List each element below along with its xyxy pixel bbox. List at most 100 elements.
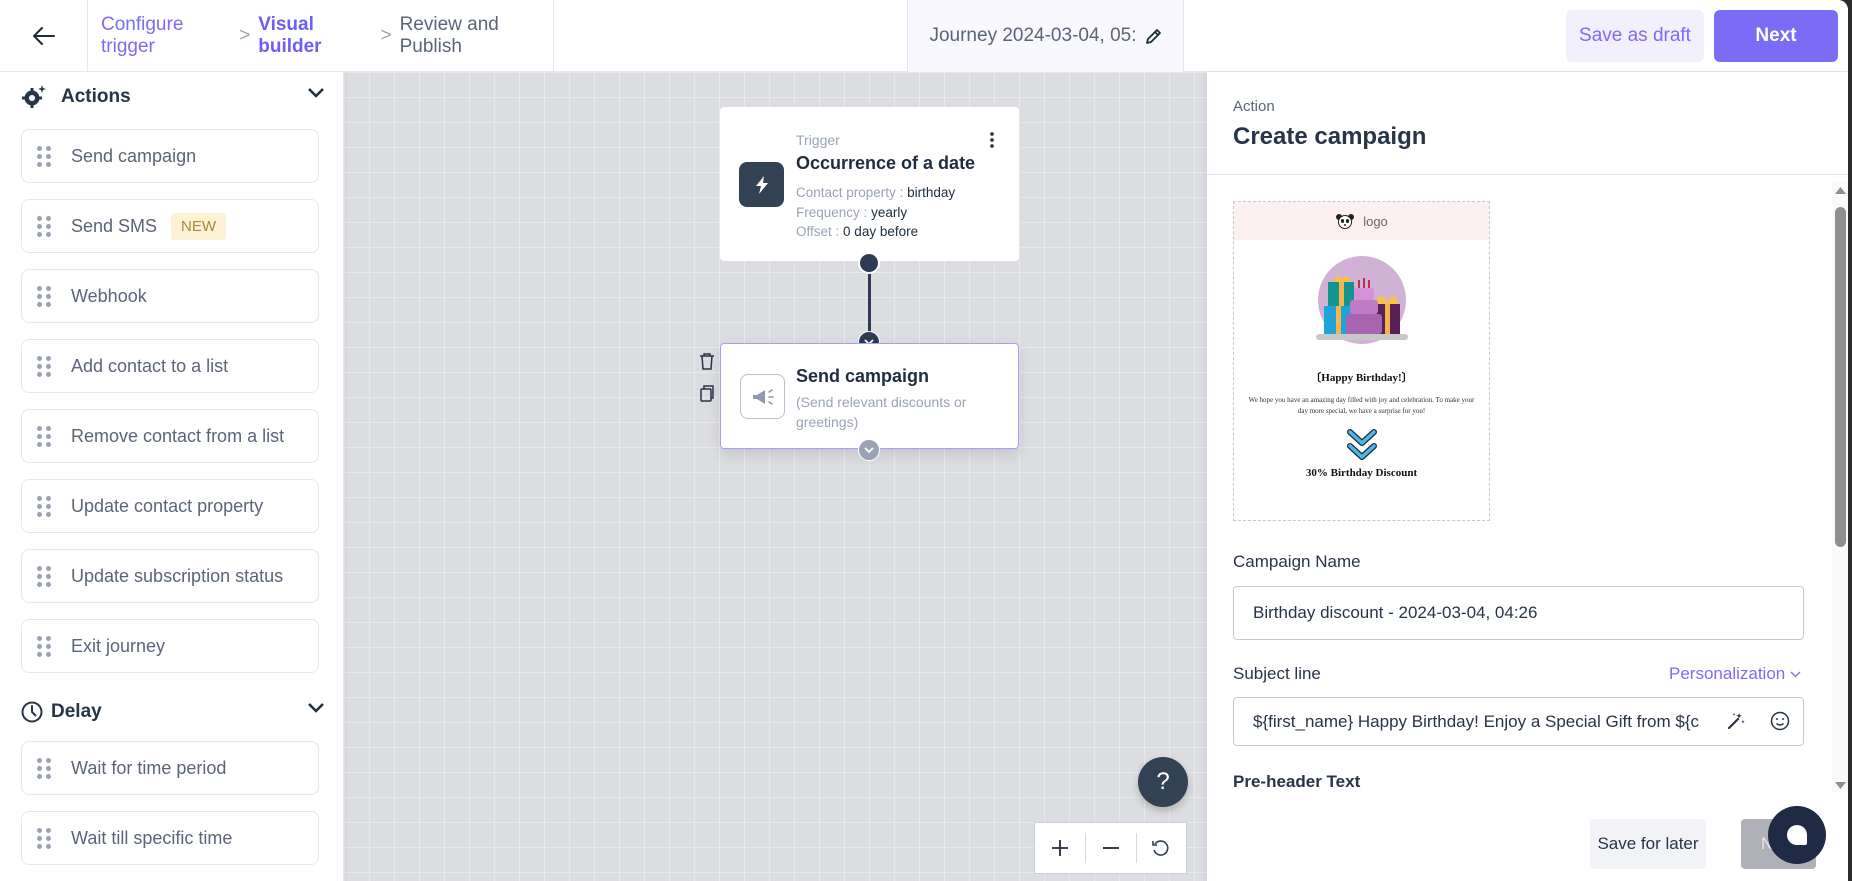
panel-scrollbar[interactable]	[1832, 182, 1848, 792]
action-label: Send SMS	[71, 215, 158, 236]
trigger-prop: Offset : 0 day before	[796, 224, 919, 239]
chevron-down-icon[interactable]	[307, 87, 325, 99]
components-sidebar: Actions Send campaign Send SMS NEW Webho…	[0, 72, 344, 881]
emoji-icon[interactable]	[1767, 708, 1793, 734]
zoom-in-button[interactable]	[1035, 833, 1085, 863]
breadcrumb-configure-trigger[interactable]: Configure trigger	[101, 14, 231, 58]
preview-logo-text: logo	[1363, 213, 1388, 229]
trigger-node[interactable]: Trigger Occurrence of a date Contact pro…	[720, 107, 1019, 261]
personalization-dropdown[interactable]: Personalization	[1669, 664, 1801, 684]
drag-handle-icon[interactable]	[37, 635, 51, 657]
chevron-down-icon[interactable]	[307, 702, 325, 714]
action-label: Send campaign	[71, 145, 197, 166]
subject-line-input[interactable]	[1233, 697, 1804, 746]
preview-body: We hope you have an amazing day filled w…	[1248, 396, 1475, 415]
zoom-controls	[1034, 822, 1187, 874]
top-header: Configure trigger > Visual builder > Rev…	[0, 0, 1848, 72]
drag-handle-icon[interactable]	[37, 757, 51, 779]
campaign-node-title: Send campaign	[796, 366, 930, 386]
drag-handle-icon[interactable]	[37, 495, 51, 517]
magic-wand-icon[interactable]	[1723, 708, 1749, 734]
chat-icon	[1787, 825, 1807, 845]
action-remove-contact-from-list[interactable]: Remove contact from a list	[21, 409, 319, 463]
trigger-kicker: Trigger	[796, 132, 840, 148]
panda-logo-icon	[1336, 214, 1355, 229]
drag-handle-icon[interactable]	[37, 215, 51, 237]
next-button[interactable]: Next	[1714, 10, 1838, 62]
plus-icon	[1052, 840, 1069, 856]
action-label: Exit journey	[71, 635, 166, 656]
delay-wait-till-specific-time[interactable]: Wait till specific time	[21, 811, 319, 865]
journey-canvas[interactable]: Trigger Occurrence of a date Contact pro…	[344, 72, 1207, 881]
action-settings-panel: Action Create campaign logo 〔Happy Birth…	[1207, 72, 1848, 881]
trash-icon[interactable]	[696, 350, 718, 372]
preview-logo-bar: logo	[1234, 202, 1489, 240]
action-update-subscription-status[interactable]: Update subscription status	[21, 549, 319, 603]
drag-handle-icon[interactable]	[37, 285, 51, 307]
action-label: Update subscription status	[71, 565, 284, 586]
preview-heading: 〔Happy Birthday!〕	[1310, 372, 1413, 384]
journey-title-text: Journey 2024-03-04, 05:	[929, 25, 1137, 46]
action-webhook[interactable]: Webhook	[21, 269, 319, 323]
panel-title: Create campaign	[1233, 123, 1427, 150]
reset-view-button[interactable]	[1135, 833, 1186, 863]
breadcrumb: Configure trigger > Visual builder > Rev…	[88, 0, 554, 72]
delay-wait-for-time-period[interactable]: Wait for time period	[21, 741, 319, 795]
personalization-label: Personalization	[1669, 664, 1786, 683]
arrow-left-icon	[32, 27, 55, 45]
chevron-down-icon	[1790, 671, 1801, 677]
breadcrumb-visual-builder[interactable]: Visual builder	[258, 14, 372, 58]
action-exit-journey[interactable]: Exit journey	[21, 619, 319, 673]
preview-discount: 30% Birthday Discount	[1305, 467, 1418, 479]
scroll-down-arrow-icon[interactable]	[1835, 782, 1846, 790]
scroll-up-arrow-icon[interactable]	[1835, 186, 1846, 194]
refresh-icon	[1152, 840, 1169, 856]
action-send-sms[interactable]: Send SMS NEW	[21, 199, 319, 253]
save-for-later-button[interactable]: Save for later	[1590, 819, 1706, 869]
campaign-node-description: (Send relevant discounts or greetings)	[796, 394, 967, 430]
subject-line-label: Subject line	[1233, 664, 1321, 683]
breadcrumb-review-publish[interactable]: Review and Publish	[400, 14, 553, 58]
action-send-campaign[interactable]: Send campaign	[21, 129, 319, 183]
email-template-preview[interactable]: logo 〔Happy Birthday!〕 We hope you have …	[1233, 201, 1490, 521]
action-label: Update contact property	[71, 495, 264, 516]
double-chevron-down-icon	[1346, 429, 1377, 463]
action-add-contact-to-list[interactable]: Add contact to a list	[21, 339, 319, 393]
journey-builder-app: Configure trigger > Visual builder > Rev…	[0, 0, 1848, 881]
add-step-chevron-icon[interactable]	[858, 439, 880, 461]
save-as-draft-button[interactable]: Save as draft	[1566, 10, 1704, 62]
action-label: Remove contact from a list	[71, 425, 285, 446]
actions-section-header[interactable]: Actions	[21, 77, 324, 117]
drag-handle-icon[interactable]	[37, 425, 51, 447]
breadcrumb-separator: >	[239, 25, 251, 46]
kebab-menu-icon[interactable]	[989, 131, 995, 149]
pencil-icon[interactable]	[1145, 28, 1162, 45]
breadcrumb-separator: >	[380, 25, 392, 46]
drag-handle-icon[interactable]	[37, 145, 51, 167]
duplicate-icon[interactable]	[696, 382, 718, 404]
back-button[interactable]	[0, 0, 88, 72]
scroll-thumb[interactable]	[1835, 207, 1846, 547]
panel-header: Action Create campaign	[1207, 72, 1848, 175]
actions-heading: Actions	[61, 86, 131, 107]
megaphone-icon	[740, 374, 785, 419]
journey-title[interactable]: Journey 2024-03-04, 05:	[907, 0, 1184, 72]
minus-icon	[1103, 847, 1119, 849]
delay-section-header[interactable]: Delay	[21, 692, 324, 732]
drag-handle-icon[interactable]	[37, 565, 51, 587]
send-campaign-node[interactable]: Send campaign (Send relevant discounts o…	[720, 343, 1019, 449]
action-label: Add contact to a list	[71, 355, 229, 376]
action-update-contact-property[interactable]: Update contact property	[21, 479, 319, 533]
drag-handle-icon[interactable]	[37, 355, 51, 377]
output-handle[interactable]	[858, 252, 880, 274]
trigger-props: Contact property : birthday Frequency : …	[796, 183, 955, 242]
panel-kicker: Action	[1233, 98, 1275, 115]
chat-support-button[interactable]	[1768, 806, 1826, 864]
drag-handle-icon[interactable]	[37, 827, 51, 849]
zoom-out-button[interactable]	[1085, 833, 1135, 863]
trigger-title: Occurrence of a date	[796, 153, 976, 173]
campaign-name-label: Campaign Name	[1233, 552, 1361, 571]
help-button[interactable]: ?	[1138, 757, 1188, 807]
campaign-name-input[interactable]	[1233, 586, 1804, 640]
new-badge: NEW	[171, 212, 227, 240]
